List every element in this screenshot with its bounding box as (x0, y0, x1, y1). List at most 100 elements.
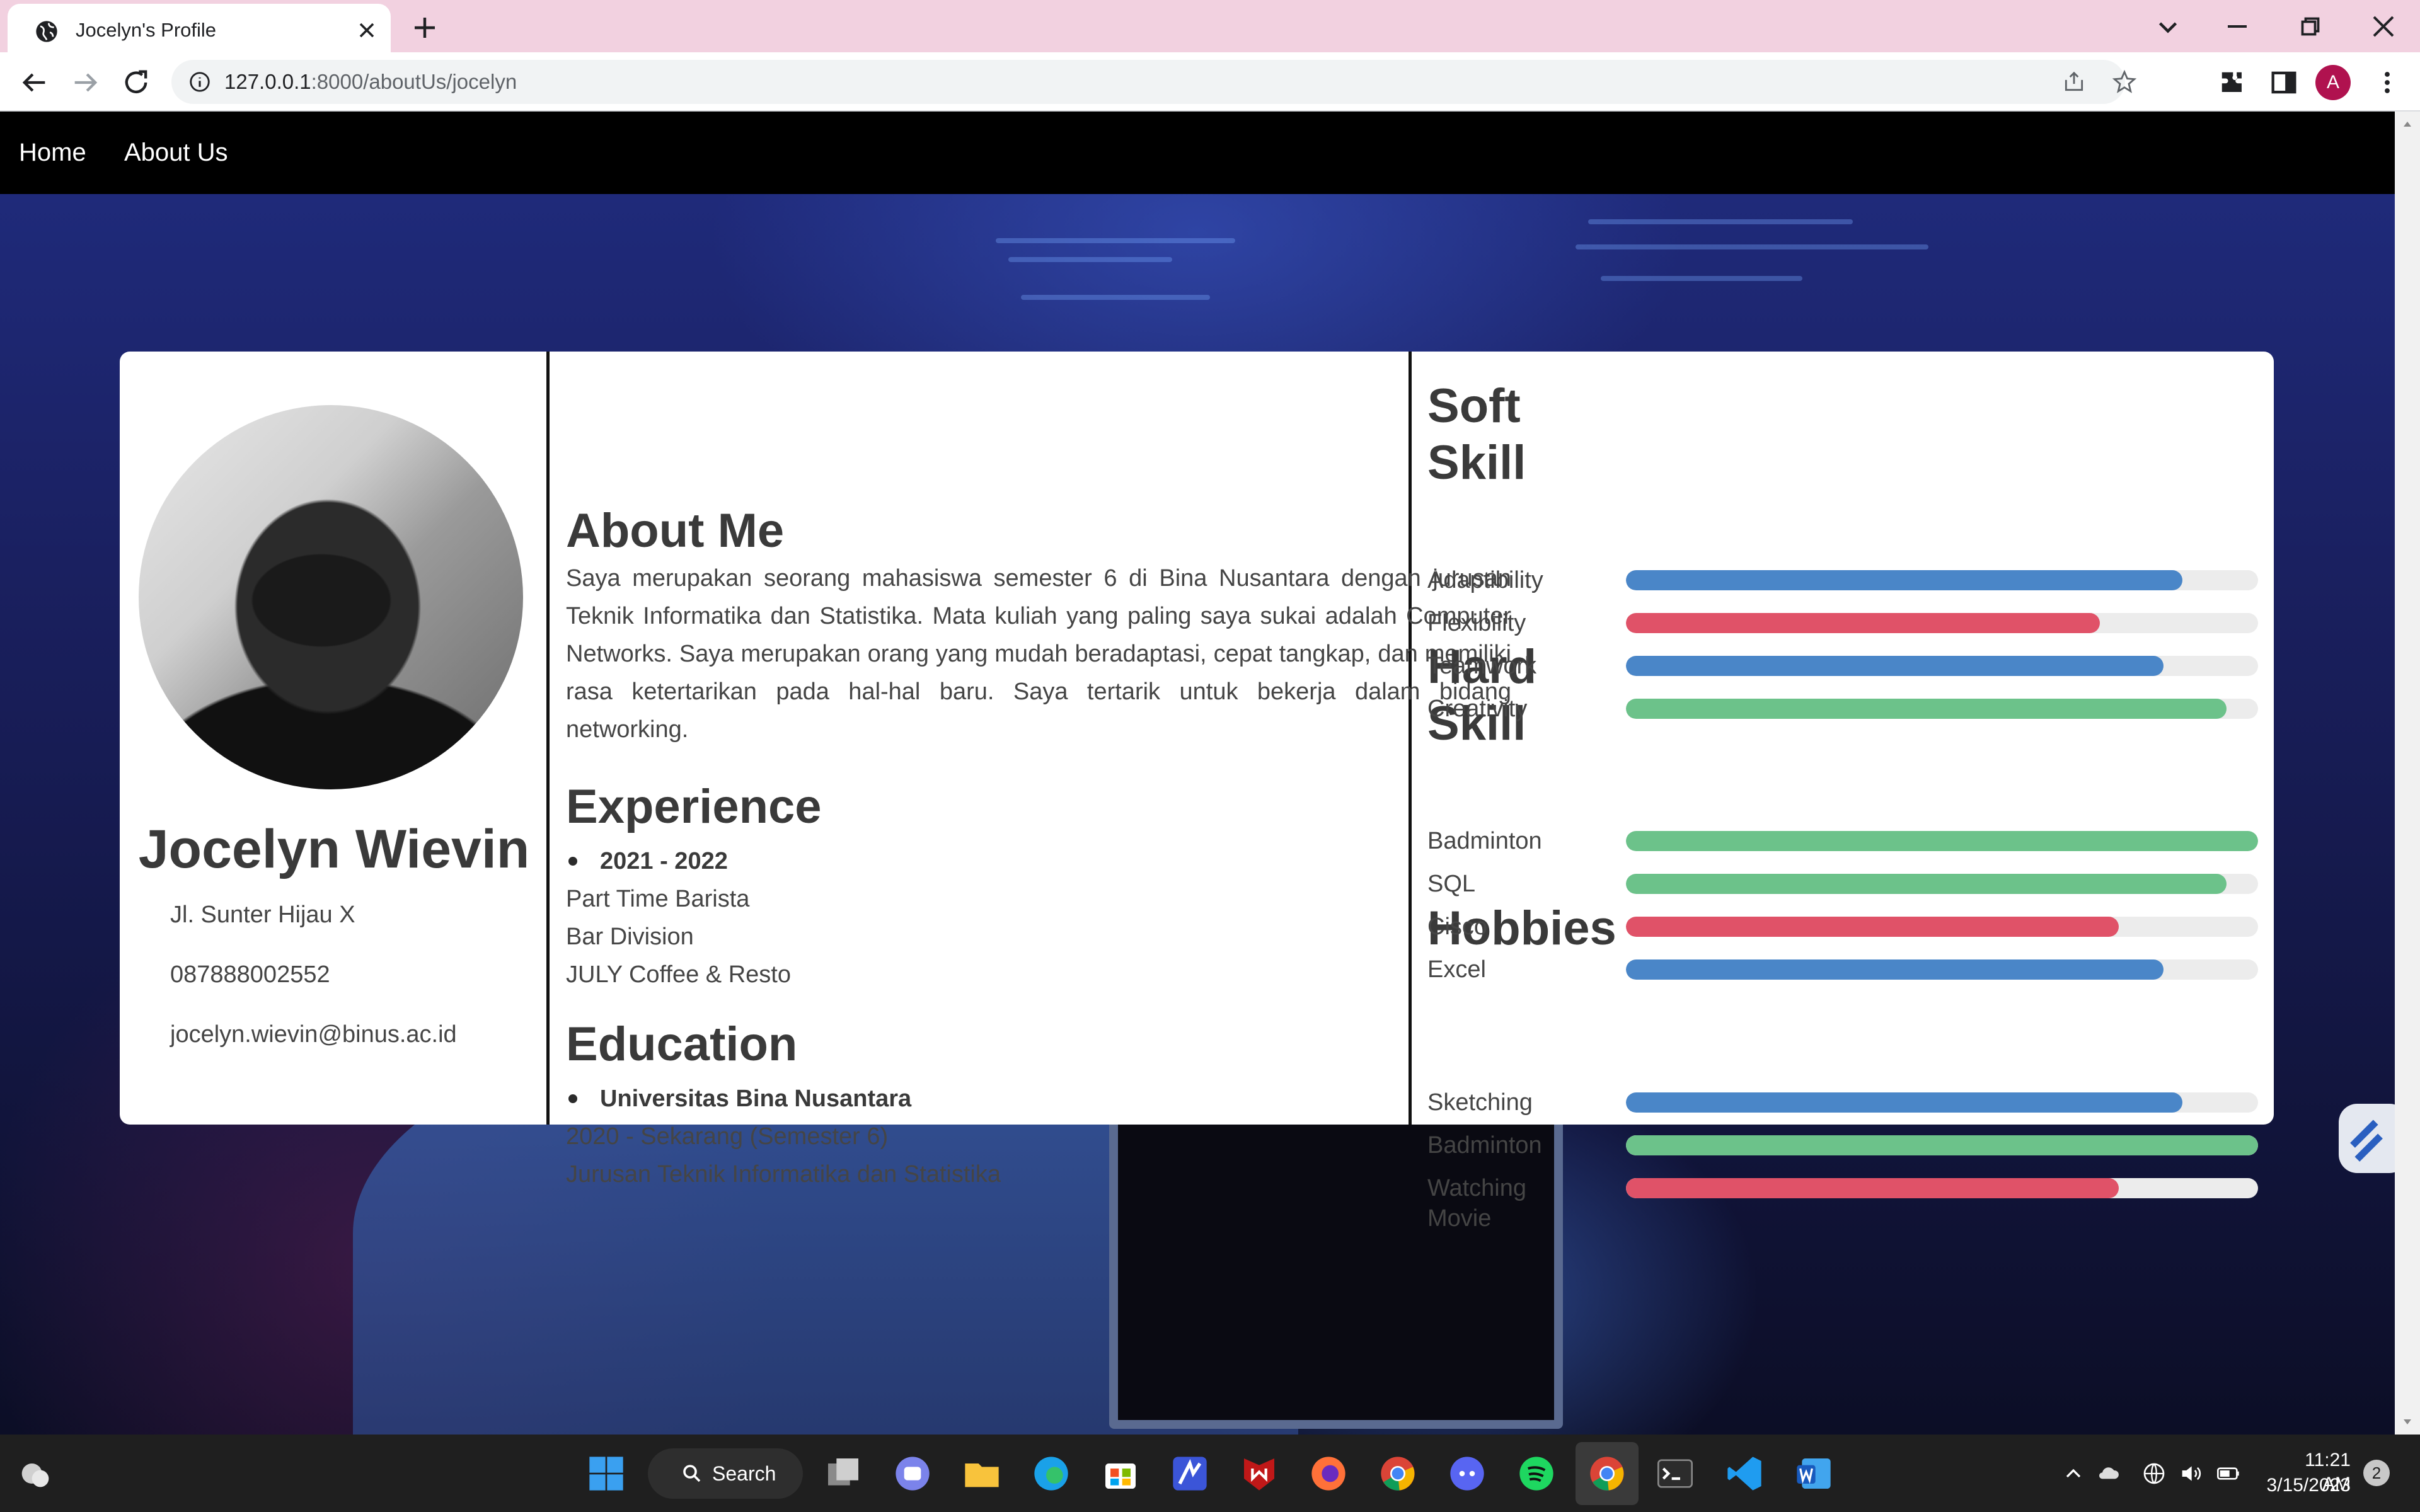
profile-card: Jocelyn Wievin Jl. Sunter Hijau X 087888… (120, 352, 2274, 1188)
skill-progress-track (1626, 1178, 2258, 1198)
code-line-decoration (1601, 276, 1802, 281)
tab-title: Jocelyn's Profile (76, 19, 217, 41)
skill-label: Cisco (1427, 914, 1488, 940)
skill-progress-fill (1626, 959, 2164, 980)
windows-start-icon[interactable] (586, 1453, 626, 1494)
taskbar-search[interactable]: Search (648, 1448, 803, 1499)
site-info-icon[interactable] (188, 70, 212, 94)
forward-icon[interactable] (69, 66, 102, 99)
reload-icon[interactable] (120, 66, 153, 99)
address-bar[interactable]: 127.0.0.1:8000/aboutUs/jocelyn (171, 60, 2137, 104)
site-navbar: Home About Us (0, 112, 2395, 194)
browser-tab[interactable]: Jocelyn's Profile (8, 4, 391, 52)
mcafee-icon[interactable] (1239, 1453, 1279, 1494)
nav-about-link[interactable]: About Us (124, 137, 228, 168)
weather-icon[interactable] (15, 1453, 55, 1494)
skill-progress-track (1626, 874, 2258, 894)
skill-progress-fill (1626, 1178, 2119, 1198)
microsoft-store-icon[interactable] (1100, 1453, 1141, 1494)
skill-progress-track (1626, 831, 2258, 851)
globe-icon (36, 21, 57, 42)
file-explorer-icon[interactable] (962, 1453, 1002, 1494)
bullet-dot (568, 857, 577, 866)
restore-icon[interactable] (2291, 8, 2329, 45)
skill-progress-track (1626, 699, 2258, 719)
skill-progress-fill (1626, 1135, 2258, 1155)
word-icon[interactable] (1794, 1453, 1834, 1494)
notification-badge[interactable]: 2 (2363, 1460, 2390, 1486)
battery-icon[interactable] (2216, 1461, 2241, 1486)
code-line-decoration (1008, 257, 1172, 262)
active-chrome-slot[interactable] (1576, 1442, 1639, 1505)
bookmark-star-icon[interactable] (2111, 69, 2138, 95)
search-icon (683, 1465, 701, 1482)
url-text[interactable]: 127.0.0.1:8000/aboutUs/jocelyn (224, 69, 517, 95)
skill-progress-fill (1626, 656, 2164, 676)
skill-progress-track (1626, 1135, 2258, 1155)
chevron-up-icon[interactable] (2061, 1461, 2086, 1486)
onedrive-icon[interactable] (2096, 1461, 2121, 1486)
back-icon[interactable] (18, 66, 50, 99)
soft-skill-title: Soft Skill (1427, 379, 1526, 490)
firefox-icon[interactable] (1308, 1453, 1349, 1494)
volume-icon[interactable] (2178, 1461, 2203, 1486)
skill-progress-fill (1626, 831, 2258, 851)
column-divider (546, 352, 550, 1125)
skill-label: Watching Movie (1427, 1175, 1526, 1232)
skill-progress-track (1626, 656, 2258, 676)
minimize-icon[interactable] (2218, 8, 2256, 45)
tab-strip: Jocelyn's Profile (0, 0, 2420, 52)
edge-icon[interactable] (1031, 1453, 1071, 1494)
close-window-icon[interactable] (2365, 8, 2402, 45)
tab-search-icon[interactable] (2149, 8, 2187, 45)
new-tab-icon[interactable] (410, 13, 440, 43)
scroll-down-icon[interactable] (2401, 1416, 2414, 1428)
about-text: Saya merupakan seorang mahasiswa semeste… (566, 565, 1511, 743)
teams-chat-icon[interactable] (892, 1453, 933, 1494)
share-icon[interactable] (2062, 70, 2086, 94)
profile-avatar[interactable]: A (2315, 65, 2351, 100)
skill-label: Badminton (1427, 828, 1542, 854)
floating-widget-icon[interactable] (2338, 1104, 2395, 1173)
vscode-icon[interactable] (1724, 1453, 1765, 1494)
code-line-decoration (1021, 295, 1210, 300)
task-view-icon[interactable] (823, 1453, 863, 1494)
spotify-icon[interactable] (1516, 1453, 1557, 1494)
close-tab-icon[interactable] (354, 18, 379, 43)
chrome-icon[interactable] (1378, 1453, 1418, 1494)
skill-progress-fill (1626, 917, 2119, 937)
profile-photo (139, 405, 523, 789)
terminal-icon[interactable] (1655, 1453, 1695, 1494)
skill-label: Flexibility (1427, 610, 1526, 636)
menu-kebab-icon[interactable] (2371, 66, 2404, 99)
page-scrollbar[interactable] (2395, 112, 2420, 1435)
skill-label: Teamwork (1427, 653, 1537, 679)
clock-date[interactable]: 3/15/2023 (2250, 1474, 2351, 1498)
skill-label: Adaptibility (1427, 567, 1543, 593)
experience-title: Experience (566, 780, 822, 833)
code-line-decoration (996, 238, 1235, 243)
discord-icon[interactable] (1447, 1453, 1487, 1494)
experience-company: JULY Coffee & Resto (566, 961, 791, 988)
skill-label: Excel (1427, 956, 1486, 983)
education-period: 2020 - Sekarang (Semester 6) (566, 1123, 889, 1150)
skill-progress-fill (1626, 874, 2227, 894)
profile-phone: 087888002552 (170, 961, 330, 988)
skill-progress-track (1626, 1092, 2258, 1113)
skill-label: Sketching (1427, 1089, 1533, 1116)
profile-email: jocelyn.wievin@binus.ac.id (170, 1021, 457, 1048)
scroll-up-icon[interactable] (2401, 118, 2414, 130)
extensions-icon[interactable] (2216, 66, 2249, 99)
code-line-decoration (1576, 244, 1928, 249)
skill-progress-fill (1626, 1092, 2182, 1113)
about-title: About Me (566, 504, 785, 558)
search-label: Search (712, 1462, 776, 1485)
side-panel-icon[interactable] (2267, 66, 2300, 99)
skill-label: Creativity (1427, 696, 1528, 722)
education-major: Jurusan Teknik Informatika dan Statistik… (566, 1161, 1001, 1188)
education-school: Universitas Bina Nusantara (600, 1085, 912, 1112)
nav-home-link[interactable]: Home (19, 137, 86, 168)
code-editor-icon[interactable] (1170, 1453, 1210, 1494)
language-globe-icon[interactable] (2141, 1461, 2167, 1486)
skill-progress-track (1626, 570, 2258, 590)
